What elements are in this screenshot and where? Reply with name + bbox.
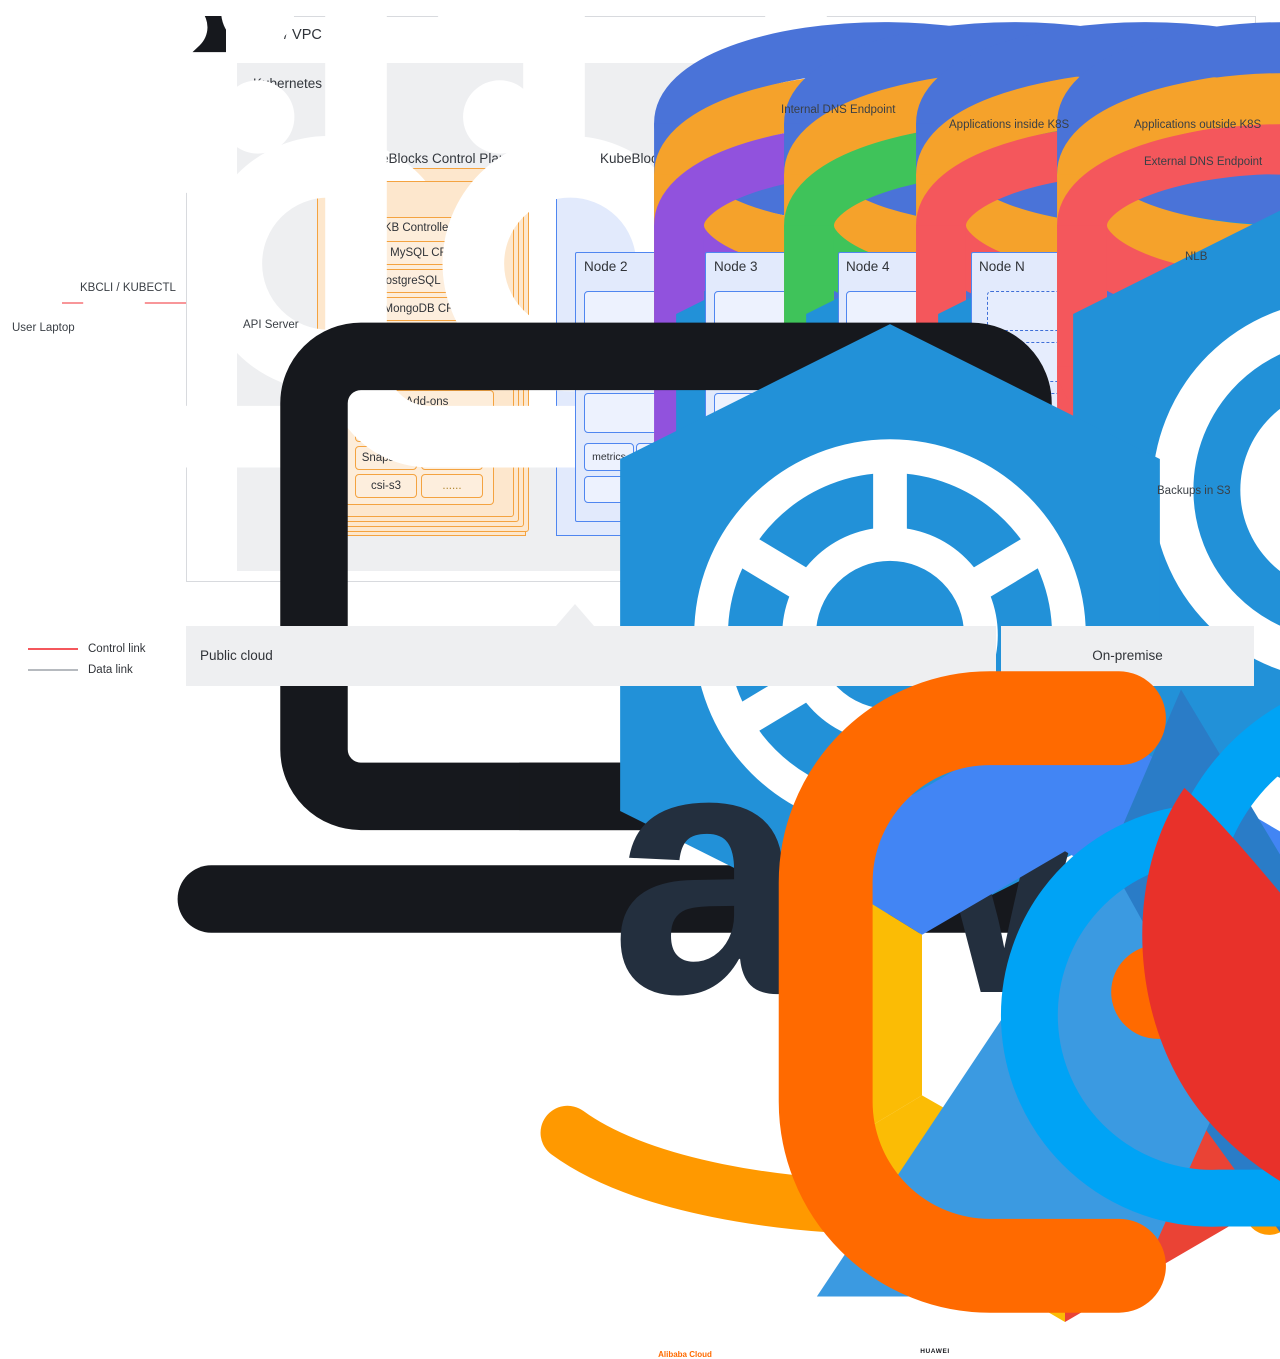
data-node-az-node-4: AZ3 [930, 261, 953, 275]
db-cluster-box[interactable]: DB ClusterPrimary [584, 22, 1215, 565]
public-cloud-label: Public cloud [200, 648, 273, 663]
node-1-name: Node 1 [341, 189, 385, 204]
data-node-name-node-3: Node 3 [714, 259, 758, 274]
kubeblocks-icon [82, 0, 585, 467]
ha-box[interactable]: HA [766, 443, 816, 471]
db-cluster-box[interactable]: DB ClusterReplica [846, 22, 1280, 559]
legend-line-data [28, 668, 78, 671]
metrics-box[interactable]: metrics [846, 443, 896, 471]
metrics-box[interactable]: metrics [714, 443, 764, 471]
cr-chip-redis[interactable]: Redis CR [355, 353, 425, 377]
addon-chip-more[interactable]: ...... [421, 474, 483, 498]
kubeblocks-icon [324, 0, 827, 467]
user-laptop-label: User Laptop [12, 322, 75, 334]
legend-line-control [28, 647, 78, 650]
laptop-icon [26, 283, 1155, 933]
alibaba-cloud-logo: Alibaba Cloud [655, 640, 1280, 1359]
legend: Control link Data link [28, 638, 188, 680]
addon-chip-grafana[interactable]: Grafana [355, 418, 417, 442]
control-plane-title: KubeBlocks Control Plane [357, 151, 514, 166]
kb-controller-title: KB Controller [383, 222, 453, 234]
alibaba-cloud-label: Alibaba Cloud [658, 1350, 712, 1359]
addon-chip-alertmgr[interactable]: AlertMgr [421, 446, 483, 470]
db-cluster-box[interactable]: DB ClusterStandalone [846, 124, 1280, 661]
data-node-name-node-4: Node 4 [846, 259, 890, 274]
legend-item-data-link: Data link [28, 659, 188, 680]
api-server-label: API Server [243, 319, 299, 331]
metrics-box[interactable]: metrics [584, 443, 634, 471]
huawei-logo: HUAWEI [914, 640, 1280, 1355]
ha-box[interactable]: HA [898, 443, 948, 471]
ha-box[interactable]: HA [636, 443, 686, 471]
nlb-label: NLB [1185, 251, 1208, 263]
addon-chip-csi-s3[interactable]: csi-s3 [355, 474, 417, 498]
cr-chip-kafka[interactable]: Apache Kafka CR [355, 325, 483, 349]
external-dns-label: External DNS Endpoint [1144, 156, 1263, 168]
db-cluster-box[interactable]: DB ClusterReplica [846, 73, 1280, 610]
cr-chip-more[interactable]: ...... [429, 353, 483, 377]
apps-inside-label: Applications inside K8S [949, 119, 1070, 131]
kubelet-box[interactable]: kubelet [584, 178, 1216, 801]
backups-label: Backups in S3 [1157, 485, 1231, 497]
data-node-az-node-2: AZ1 [667, 261, 690, 275]
region-title: Region / VPC [234, 27, 322, 43]
vpc-cloud-icon [0, 0, 503, 193]
db-cluster-box[interactable]: DB ClusterReplica [714, 22, 1280, 565]
legend-item-control-link: Control link [28, 638, 188, 659]
cr-chip-postgresql[interactable]: PostgreSQL CR [355, 269, 483, 293]
tencent-cloud-logo [797, 643, 1280, 1352]
db-cluster-box[interactable]: DB ClusterPrimary [714, 73, 1280, 616]
addon-chip-snapshot[interactable]: Snapshot [355, 446, 417, 470]
data-node-az-node-3: AZ2 [797, 261, 820, 275]
kubelet-box[interactable]: kubelet [714, 178, 1280, 801]
db-cluster-box[interactable]: DB ClusterReplica [584, 73, 1215, 616]
node-1-az: AZ1 [473, 191, 496, 205]
service-label: Service [811, 235, 848, 247]
data-node-name-node-2: Node 2 [584, 259, 628, 274]
api-server-kubernetes-icon [250, 283, 1160, 946]
addon-chip-prometheus[interactable]: Prometheus [421, 418, 483, 442]
huawei-label: HUAWEI [920, 1348, 950, 1355]
kb-addons-title: KB Add-ons [387, 396, 449, 408]
cli-link-label: KBCLI / KUBECTL [80, 282, 176, 294]
cr-chip-mysql[interactable]: MySQL CR [355, 241, 483, 265]
cr-chip-mongodb[interactable]: MongoDB CR [355, 297, 483, 321]
apps-outside-label: Applications outside K8S [1134, 119, 1262, 131]
db-cluster-box[interactable]: DB ClusterStandalone [714, 124, 1280, 667]
db-cluster-box[interactable]: DB ClusterStandalone [584, 124, 1215, 667]
legend-label-data: Data link [88, 663, 133, 676]
kubelet-box[interactable]: kubelet [846, 178, 1280, 801]
data-plane-title: KubeBlocks Data Plane [600, 151, 742, 166]
internal-dns-label: Internal DNS Endpoint [781, 104, 896, 116]
legend-label-control: Control link [88, 642, 146, 655]
kubernetes-target-title: Kubernetes (Target ) [253, 76, 377, 91]
